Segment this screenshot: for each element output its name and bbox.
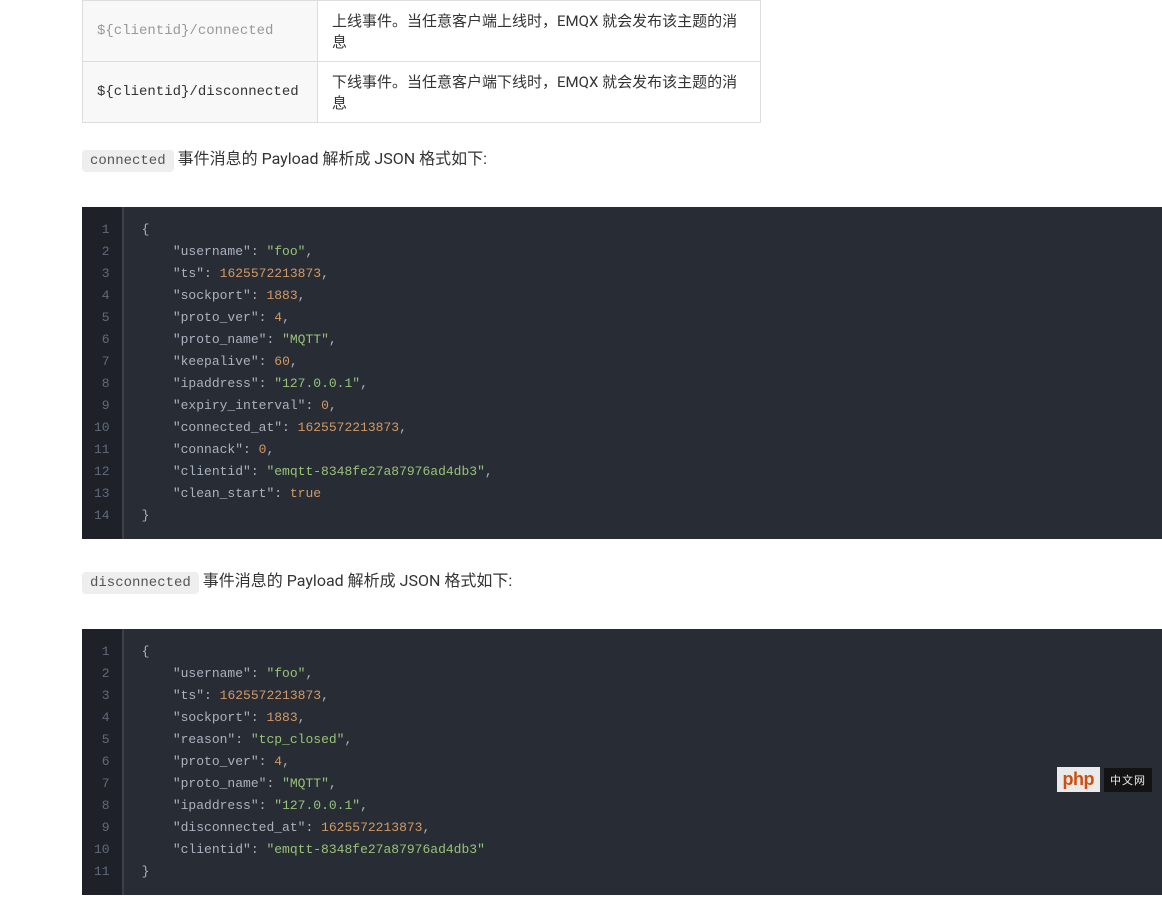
table-row: ${clientid}/disconnected下线事件。当任意客户端下线时，E… — [83, 62, 761, 123]
watermark: php 中文网 — [1057, 767, 1153, 792]
connected-payload-code: 1234567891011121314 { "username": "foo",… — [82, 207, 1162, 539]
disconnected-text: 事件消息的 Payload 解析成 JSON 格式如下: — [199, 571, 512, 590]
connected-text: 事件消息的 Payload 解析成 JSON 格式如下: — [174, 149, 487, 168]
topic-cell: ${clientid}/connected — [83, 1, 318, 62]
sys-topic-table: ${clientid}/connected上线事件。当任意客户端上线时，EMQX… — [82, 0, 761, 123]
desc-cell: 上线事件。当任意客户端上线时，EMQX 就会发布该主题的消息 — [318, 1, 761, 62]
connected-desc: connected 事件消息的 Payload 解析成 JSON 格式如下: — [82, 145, 1162, 169]
disconnected-payload-code: 1234567891011 { "username": "foo", "ts":… — [82, 629, 1162, 895]
table-row: ${clientid}/connected上线事件。当任意客户端上线时，EMQX… — [83, 1, 761, 62]
connected-code: connected — [82, 150, 174, 172]
watermark-cn: 中文网 — [1104, 768, 1152, 792]
desc-cell: 下线事件。当任意客户端下线时，EMQX 就会发布该主题的消息 — [318, 62, 761, 123]
disconnected-desc: disconnected 事件消息的 Payload 解析成 JSON 格式如下… — [82, 567, 1162, 591]
disconnected-code: disconnected — [82, 572, 199, 594]
watermark-php: php — [1057, 767, 1101, 792]
topic-cell: ${clientid}/disconnected — [83, 62, 318, 123]
